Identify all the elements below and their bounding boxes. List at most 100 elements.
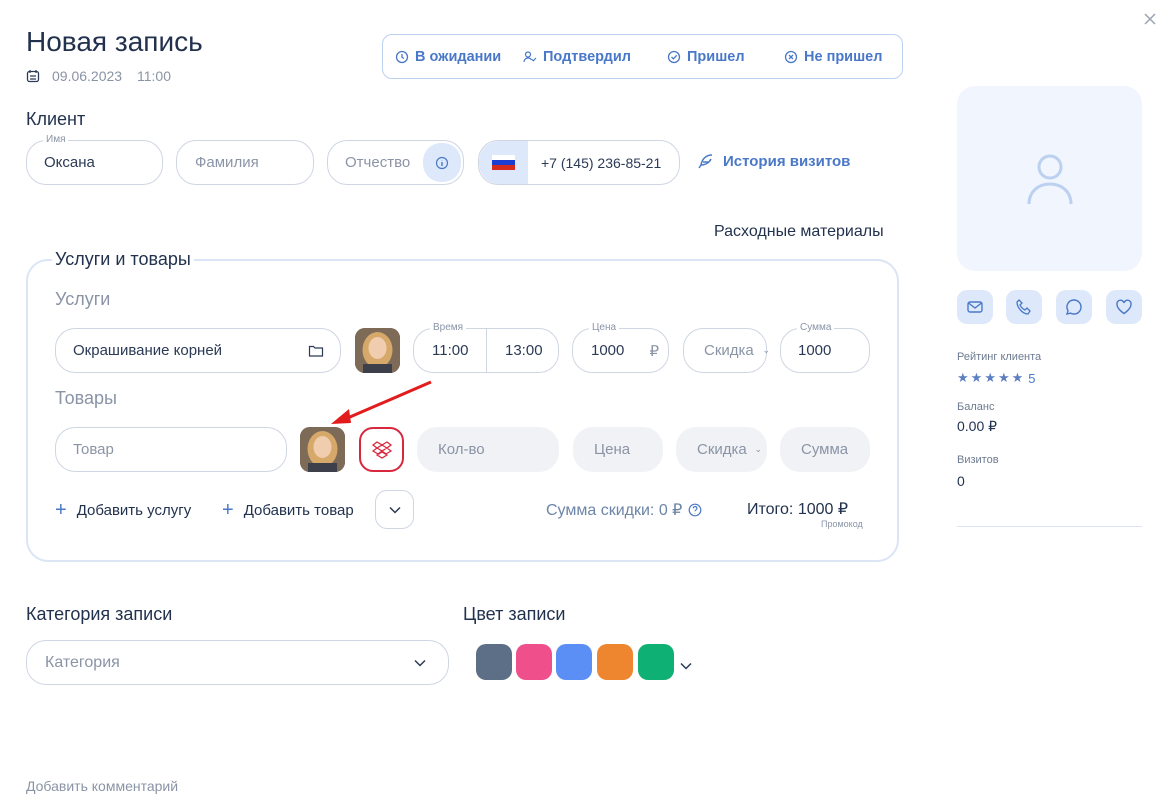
visit-history-link[interactable]: История визитов [697,152,850,170]
add-service-button[interactable]: + Добавить услугу [55,499,191,522]
goods-price-placeholder: Цена [594,441,631,458]
time-end[interactable]: 13:00 [505,342,543,359]
calendar-icon [26,69,40,88]
service-time-field[interactable]: Время 11:00 13:00 [413,321,559,373]
rating-stars: ★ ★ ★ ★ ★ 5 [957,370,1036,386]
service-master-avatar[interactable] [355,328,400,373]
client-surname-field[interactable]: Фамилия [176,140,314,185]
country-flag-selector[interactable] [479,141,528,184]
status-no-show-button[interactable]: Не пришел [784,49,882,65]
goods-master-avatar[interactable] [300,427,345,472]
consumables-link[interactable]: Расходные материалы [714,223,884,241]
name-label: Имя [43,133,69,147]
plus-icon: + [55,499,67,521]
color-swatch-green[interactable] [638,644,674,680]
feather-icon [698,154,713,169]
page-title: Новая запись [26,26,203,57]
visit-history-label: История визитов [723,152,851,170]
discount-placeholder: Скидка [704,342,754,359]
color-swatch-pink[interactable] [516,644,552,680]
client-name-field[interactable]: Имя Оксана [26,133,163,185]
star-icon: ★ [997,370,1010,385]
phone-icon [1016,299,1031,315]
status-bar: В ожидании Подтвердил Пришел Не пришел [382,34,903,79]
goods-subtitle: Товары [55,388,117,408]
services-goods-title: Услуги и товары [52,249,194,270]
star-icon: ★ [970,370,983,385]
chat-icon [1065,299,1082,315]
plus-icon: + [222,499,234,521]
sum-value: 1000 [798,342,832,359]
time-start[interactable]: 11:00 [432,342,468,359]
help-icon[interactable] [688,503,702,517]
appointment-time[interactable]: 11:00 [137,68,171,84]
status-confirmed-button[interactable]: Подтвердил [523,49,631,65]
call-button[interactable] [1006,290,1042,324]
service-sum-field[interactable]: Сумма 1000 [780,321,870,373]
folder-icon[interactable] [308,344,324,358]
rating-label: Рейтинг клиента [957,351,1042,363]
service-price-field[interactable]: Цена 1000 ₽ [572,321,669,373]
discount-sum-label: Сумма скидки: 0 ₽ [546,502,683,519]
user-icon [1027,154,1072,204]
status-arrived-button[interactable]: Пришел [667,49,745,65]
add-comment-link[interactable]: Добавить комментарий [26,778,178,794]
annotation-arrow [331,380,432,424]
sum-label: Сумма [797,321,835,335]
dropbox-button[interactable] [359,427,404,472]
service-discount-field[interactable]: Скидка ⌄ [683,328,770,373]
favorite-button[interactable] [1106,290,1142,324]
status-waiting-button[interactable]: В ожидании [395,49,501,65]
goods-qty-field[interactable]: Кол-во [417,427,559,472]
check-circle-icon [667,50,681,63]
currency-sign: ₽ [649,342,659,360]
close-icon[interactable] [1143,12,1157,26]
promo-link[interactable]: Промокод [821,519,863,529]
category-placeholder: Категория [45,653,120,671]
goods-price-field[interactable]: Цена [573,427,663,472]
color-swatch-orange[interactable] [597,644,633,680]
visits-label: Визитов [957,454,999,466]
star-icon: ★ [957,370,969,385]
goods-sum-field[interactable]: Сумма [780,427,870,472]
goods-placeholder: Товар [73,441,114,458]
goods-discount-dropdown-icon[interactable]: ⌄ [754,444,762,455]
appointment-date[interactable]: 09.06.2023 [52,68,122,84]
clock-icon [395,50,409,63]
heart-icon [1116,299,1132,315]
category-title: Категория записи [26,604,173,624]
status-label: В ожидании [415,48,502,65]
expand-button[interactable] [375,490,414,529]
chevron-down-icon [388,506,401,514]
price-label: Цена [589,321,620,335]
surname-placeholder: Фамилия [195,154,259,171]
status-label: Пришел [687,48,745,65]
sidebar-divider [957,526,1142,527]
category-select[interactable]: Категория [26,640,449,685]
client-photo-placeholder[interactable] [957,86,1142,271]
x-circle-icon [784,50,798,63]
goods-discount-field[interactable]: Скидка ⌄ [676,427,767,472]
color-swatch-blue[interactable] [556,644,592,680]
add-service-label: Добавить услугу [76,502,192,519]
phone-value: +7 (145) 236-85-21 [541,154,662,171]
goods-select[interactable]: Товар [55,427,287,472]
client-phone-field[interactable]: +7 (145) 236-85-21 [478,140,680,185]
service-select[interactable]: Окрашивание корней [55,328,341,373]
discount-dropdown-icon[interactable]: ⌄ [762,345,770,356]
russia-flag-icon [492,155,515,170]
info-icon[interactable] [423,143,461,182]
chat-button[interactable] [1056,290,1092,324]
color-more-button[interactable] [680,657,692,675]
chevron-down-icon [680,662,692,670]
color-swatch-slate[interactable] [476,644,512,680]
rating-value: 5 [1028,370,1036,386]
add-goods-button[interactable]: + Добавить товар [222,499,354,522]
visits-value: 0 [957,473,965,489]
dropbox-icon [371,440,392,459]
star-icon: ★ [1011,370,1024,385]
email-button[interactable] [957,290,993,324]
status-label: Подтвердил [543,48,632,65]
client-section-title: Клиент [26,109,86,129]
client-patronymic-field[interactable]: Отчество [327,140,464,185]
